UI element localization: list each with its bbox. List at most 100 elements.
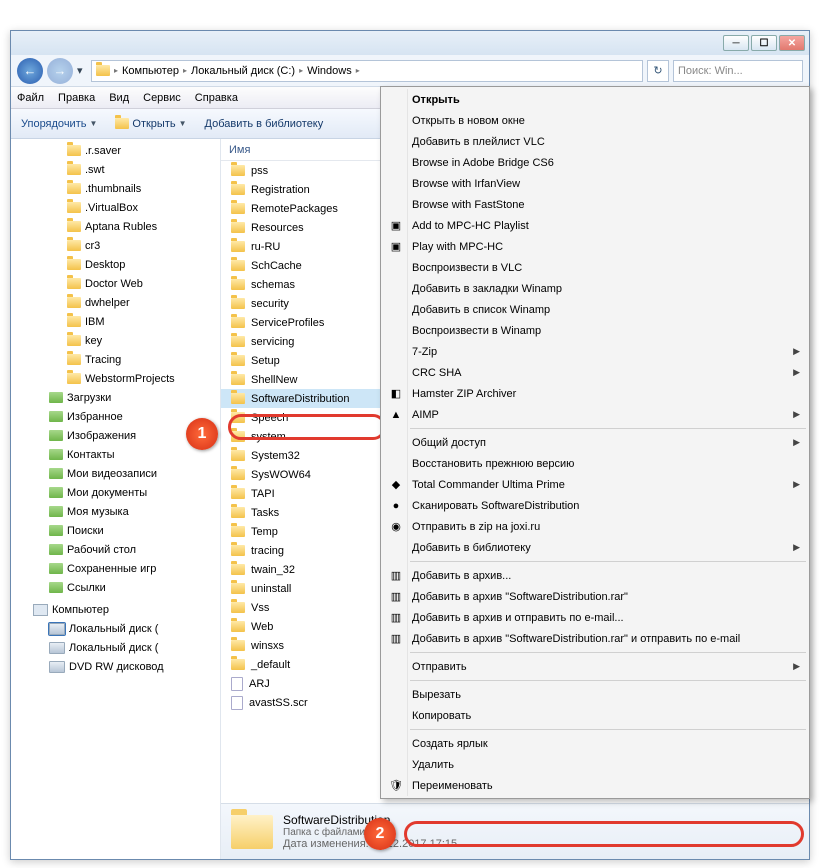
sidebar-item[interactable]: Tracing: [11, 350, 220, 369]
folder-icon: [67, 145, 81, 156]
ctx-share[interactable]: Общий доступ▶: [382, 432, 808, 453]
ctx-addlib[interactable]: Добавить в библиотеку▶: [382, 537, 808, 558]
sidebar-drive[interactable]: DVD RW дисковод: [11, 657, 220, 676]
folder-icon: [67, 335, 81, 346]
ctx-copy[interactable]: Копировать: [382, 705, 808, 726]
breadcrumb-folder[interactable]: Windows: [307, 65, 352, 77]
breadcrumb-drive[interactable]: Локальный диск (C:): [191, 65, 295, 77]
ctx-open[interactable]: Открыть: [382, 89, 808, 110]
minimize-button[interactable]: ─: [723, 35, 749, 51]
sidebar-drive[interactable]: Локальный диск (: [11, 619, 220, 638]
back-button[interactable]: ←: [17, 58, 43, 84]
separator: [410, 729, 806, 730]
ctx-winamp_add[interactable]: Добавить в список Winamp: [382, 299, 808, 320]
sidebar[interactable]: .r.saver.swt.thumbnails.VirtualBoxAptana…: [11, 139, 221, 859]
menu-file[interactable]: Файл: [17, 92, 44, 104]
folder-icon: [231, 469, 245, 480]
library-icon: [49, 392, 63, 403]
close-button[interactable]: ✕: [779, 35, 805, 51]
ctx-crc[interactable]: CRC SHA▶: [382, 362, 808, 383]
folder-icon: [67, 297, 81, 308]
ctx-mpc_play[interactable]: ▣Play with MPC-HC: [382, 236, 808, 257]
sidebar-item[interactable]: Сохраненные игр: [11, 559, 220, 578]
library-icon: [49, 468, 63, 479]
ctx-rename[interactable]: 🛡Переименовать: [382, 775, 808, 796]
ctx-faststone[interactable]: Browse with FastStone: [382, 194, 808, 215]
ctx-sendto[interactable]: Отправить▶: [382, 656, 808, 677]
ctx-joxi[interactable]: ◉Отправить в zip на joxi.ru: [382, 516, 808, 537]
sidebar-drive[interactable]: Локальный диск (: [11, 638, 220, 657]
sidebar-item[interactable]: Поиски: [11, 521, 220, 540]
sidebar-item[interactable]: cr3: [11, 236, 220, 255]
sidebar-computer[interactable]: Компьютер: [11, 600, 220, 619]
menu-view[interactable]: Вид: [109, 92, 129, 104]
ctx-cut[interactable]: Вырезать: [382, 684, 808, 705]
sidebar-item[interactable]: .VirtualBox: [11, 198, 220, 217]
library-icon: [49, 487, 63, 498]
ctx-vlc_play[interactable]: Воспроизвести в VLC: [382, 257, 808, 278]
sidebar-item[interactable]: key: [11, 331, 220, 350]
sidebar-item[interactable]: Моя музыка: [11, 502, 220, 521]
search-input[interactable]: Поиск: Win...: [673, 60, 803, 82]
ctx-mpc_add[interactable]: ▣Add to MPC-HC Playlist: [382, 215, 808, 236]
ctx-arch4[interactable]: ▥Добавить в архив "SoftwareDistribution.…: [382, 628, 808, 649]
ctx-hamster[interactable]: ◧Hamster ZIP Archiver: [382, 383, 808, 404]
history-dropdown[interactable]: ▾: [77, 64, 87, 77]
address-bar[interactable]: ▸ Компьютер ▸ Локальный диск (C:) ▸ Wind…: [91, 60, 643, 82]
sidebar-item[interactable]: Aptana Rubles: [11, 217, 220, 236]
sidebar-item[interactable]: WebstormProjects: [11, 369, 220, 388]
ctx-arch2[interactable]: ▥Добавить в архив "SoftwareDistribution.…: [382, 586, 808, 607]
ctx-arch1[interactable]: ▥Добавить в архив...: [382, 565, 808, 586]
ctx-restore[interactable]: Восстановить прежнюю версию: [382, 453, 808, 474]
ctx-winamp_play[interactable]: Воспроизвести в Winamp: [382, 320, 808, 341]
sidebar-item[interactable]: .r.saver: [11, 141, 220, 160]
separator: [410, 680, 806, 681]
folder-icon: [231, 488, 245, 499]
sidebar-item[interactable]: dwhelper: [11, 293, 220, 312]
joxi-icon: ◉: [388, 519, 404, 535]
folder-icon: [231, 260, 245, 271]
refresh-button[interactable]: ↻: [647, 60, 669, 82]
menu-service[interactable]: Сервис: [143, 92, 181, 104]
ctx-aimp[interactable]: ▲AIMP▶: [382, 404, 808, 425]
sidebar-item[interactable]: Мои документы: [11, 483, 220, 502]
ctx-vlc_playlist[interactable]: Добавить в плейлист VLC: [382, 131, 808, 152]
sidebar-item[interactable]: Контакты: [11, 445, 220, 464]
sidebar-item[interactable]: .swt: [11, 160, 220, 179]
folder-icon: [231, 450, 245, 461]
open-button[interactable]: Открыть▼: [111, 116, 190, 132]
ctx-7zip[interactable]: 7-Zip▶: [382, 341, 808, 362]
folder-icon: [67, 183, 81, 194]
file-icon: [231, 696, 243, 710]
ctx-irfan[interactable]: Browse with IrfanView: [382, 173, 808, 194]
ctx-bridge[interactable]: Browse in Adobe Bridge CS6: [382, 152, 808, 173]
menu-edit[interactable]: Правка: [58, 92, 95, 104]
ctx-tcup[interactable]: ◆Total Commander Ultima Prime▶: [382, 474, 808, 495]
folder-icon: [67, 316, 81, 327]
library-icon: [49, 525, 63, 536]
sidebar-item[interactable]: Рабочий стол: [11, 540, 220, 559]
sidebar-item[interactable]: Загрузки: [11, 388, 220, 407]
sidebar-item[interactable]: Ссылки: [11, 578, 220, 597]
breadcrumb-computer[interactable]: Компьютер: [122, 65, 179, 77]
menu-help[interactable]: Справка: [195, 92, 238, 104]
sidebar-item[interactable]: Desktop: [11, 255, 220, 274]
ctx-shortcut[interactable]: Создать ярлык: [382, 733, 808, 754]
ctx-scan[interactable]: ●Сканировать SoftwareDistribution: [382, 495, 808, 516]
sidebar-item[interactable]: .thumbnails: [11, 179, 220, 198]
ctx-open_new[interactable]: Открыть в новом окне: [382, 110, 808, 131]
sidebar-item[interactable]: Doctor Web: [11, 274, 220, 293]
folder-icon: [231, 640, 245, 651]
submenu-arrow-icon: ▶: [793, 661, 800, 672]
sidebar-item[interactable]: IBM: [11, 312, 220, 331]
sidebar-item[interactable]: Мои видеозаписи: [11, 464, 220, 483]
forward-button[interactable]: →: [47, 58, 73, 84]
drive-icon: [49, 661, 65, 673]
ctx-delete[interactable]: Удалить: [382, 754, 808, 775]
organize-button[interactable]: Упорядочить▼: [17, 116, 101, 132]
ctx-arch3[interactable]: ▥Добавить в архив и отправить по e-mail.…: [382, 607, 808, 628]
add-library-button[interactable]: Добавить в библиотеку: [201, 116, 328, 132]
ctx-winamp_book[interactable]: Добавить в закладки Winamp: [382, 278, 808, 299]
maximize-button[interactable]: ☐: [751, 35, 777, 51]
folder-icon: [231, 526, 245, 537]
